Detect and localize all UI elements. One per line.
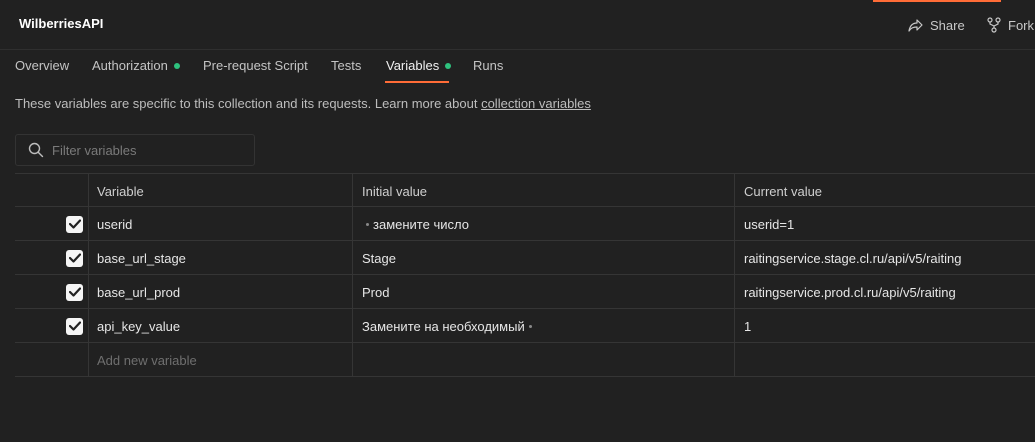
checkmark-icon (68, 321, 81, 331)
check-cell (15, 275, 88, 309)
enable-checkbox[interactable] (66, 317, 83, 335)
initial-value-cell[interactable]: Prod (352, 275, 734, 309)
variable-name: userid (97, 216, 133, 232)
current-value-cell[interactable]: userid=1 (734, 207, 1035, 241)
enable-checkbox[interactable] (66, 283, 83, 301)
initial-value: Замените на необходимый (362, 318, 525, 334)
checkmark-icon (68, 253, 81, 263)
fork-label: Fork (1008, 17, 1034, 33)
current-value: userid=1 (744, 216, 795, 232)
variables-table: Variable Initial value Current value use… (15, 173, 1035, 377)
tab-label: Overview (15, 58, 70, 73)
initial-value-cell[interactable]: Замените на необходимый (352, 309, 734, 343)
whitespace-marker (366, 222, 369, 226)
current-value: raitingservice.prod.cl.ru/api/v5/raiting (744, 284, 956, 300)
fork-icon (987, 17, 1001, 33)
initial-value-cell[interactable]: замените число (352, 207, 734, 241)
filter-input[interactable] (52, 142, 242, 158)
initial-value-cell[interactable]: Stage (352, 241, 734, 275)
new-current-value-cell[interactable] (734, 343, 1035, 377)
check-cell (15, 241, 88, 275)
active-indicator (873, 0, 1001, 2)
filter-variables[interactable] (15, 134, 255, 166)
check-cell (15, 343, 88, 377)
column-header-variable: Variable (88, 174, 352, 208)
variable-name-cell[interactable]: base_url_prod (88, 275, 352, 309)
tab-runs[interactable]: Runs (473, 58, 503, 82)
table-row: base_url_prod Prod raitingservice.prod.c… (15, 275, 1035, 309)
variables-description: These variables are specific to this col… (15, 96, 591, 111)
tab-label: Runs (473, 58, 504, 73)
whitespace-marker (528, 324, 532, 328)
share-icon (908, 18, 923, 32)
add-variable-row: Add new variable (15, 343, 1035, 377)
enable-checkbox[interactable] (66, 215, 83, 233)
current-value: raitingservice.stage.cl.ru/api/v5/raitin… (744, 250, 962, 266)
header-check-cell (15, 174, 88, 208)
fork-button[interactable]: Fork (987, 15, 1034, 35)
table-row: userid замените число userid=1 (15, 207, 1035, 241)
variable-name-cell[interactable]: base_url_stage (88, 241, 352, 275)
collection-tabs: Overview Authorization Pre-request Scrip… (0, 50, 1035, 84)
tab-tests[interactable]: Tests (331, 58, 361, 82)
initial-value: Prod (362, 284, 390, 300)
current-value-cell[interactable]: raitingservice.stage.cl.ru/api/v5/raitin… (734, 241, 1035, 275)
status-dot (173, 63, 180, 69)
current-value: 1 (744, 318, 752, 334)
column-header-current-value: Current value (734, 174, 1035, 208)
collection-variables-view: WilberriesAPI Share Fork Overview Author… (0, 0, 1035, 442)
search-icon (28, 142, 44, 158)
current-value-cell[interactable]: 1 (734, 309, 1035, 343)
tab-label: Variables (386, 58, 440, 73)
share-button[interactable]: Share (908, 15, 965, 35)
check-cell (15, 207, 88, 241)
tab-pre-request-script[interactable]: Pre-request Script (203, 58, 308, 82)
column-header-initial-value: Initial value (352, 174, 734, 208)
current-value-cell[interactable]: raitingservice.prod.cl.ru/api/v5/raiting (734, 275, 1035, 309)
variable-name: api_key_value (97, 318, 181, 334)
collection-header: WilberriesAPI Share Fork (0, 0, 1035, 50)
table-row: base_url_stage Stage raitingservice.stag… (15, 241, 1035, 275)
check-cell (15, 309, 88, 343)
tab-label: Authorization (92, 58, 168, 73)
tab-label: Tests (331, 58, 362, 73)
add-new-variable-input[interactable]: Add new variable (88, 343, 352, 377)
checkmark-icon (68, 287, 81, 297)
initial-value: замените число (373, 216, 469, 232)
collection-variables-link[interactable]: collection variables (481, 96, 591, 111)
add-new-variable-placeholder: Add new variable (97, 352, 197, 368)
variable-name-cell[interactable]: userid (88, 207, 352, 241)
description-text: These variables are specific to this col… (15, 96, 482, 111)
new-initial-value-cell[interactable] (352, 343, 734, 377)
initial-value: Stage (362, 250, 396, 266)
checkmark-icon (68, 219, 81, 229)
tab-overview[interactable]: Overview (15, 58, 69, 82)
collection-title: WilberriesAPI (19, 16, 104, 31)
enable-checkbox[interactable] (66, 249, 83, 267)
variable-name-cell[interactable]: api_key_value (88, 309, 352, 343)
variable-name: base_url_stage (97, 250, 186, 266)
status-dot (445, 63, 452, 69)
variable-name: base_url_prod (97, 284, 181, 300)
active-tab-underline (385, 81, 449, 83)
tab-variables[interactable]: Variables (386, 58, 452, 82)
table-row: api_key_value Замените на необходимый 1 (15, 309, 1035, 343)
tab-authorization[interactable]: Authorization (92, 58, 180, 82)
tab-label: Pre-request Script (203, 58, 308, 73)
table-header-row: Variable Initial value Current value (15, 173, 1035, 208)
share-label: Share (930, 17, 965, 33)
